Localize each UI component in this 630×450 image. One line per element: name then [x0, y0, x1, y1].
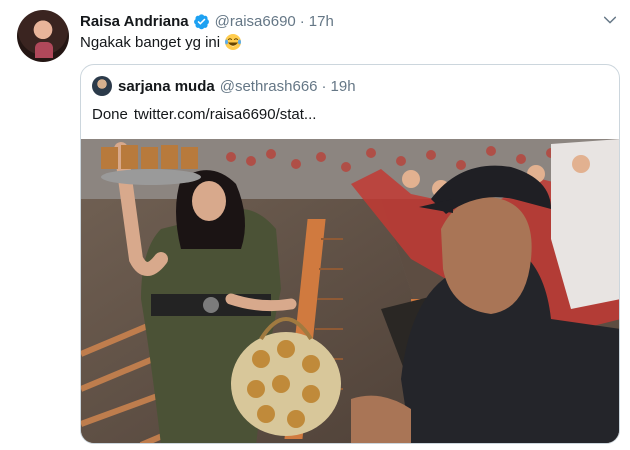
author-handle[interactable]: @raisa6690 [215, 13, 296, 30]
tweet-timestamp[interactable]: 17h [309, 13, 334, 30]
verified-badge-icon [193, 13, 209, 29]
quoted-tweet-text-body: Done [92, 106, 128, 123]
tweet[interactable]: Raisa Andriana @raisa6690 · 17h Ngakak b… [0, 0, 630, 450]
quoted-tweet-text: Done twitter.com/raisa6690/stat... [92, 106, 316, 123]
quoted-separator-dot: · [321, 77, 327, 95]
tweet-text: Ngakak banget yg ini [80, 33, 242, 51]
tweet-text-body: Ngakak banget yg ini [80, 33, 221, 51]
tweet-header: Raisa Andriana @raisa6690 · 17h [80, 11, 334, 31]
quoted-tweet-header: sarjana muda @sethrash666 · 19h [118, 76, 356, 96]
quoted-tweet[interactable]: sarjana muda @sethrash666 · 19h Done twit… [80, 64, 620, 444]
laughing-tears-emoji-icon [225, 34, 242, 50]
quoted-tweet-timestamp: 19h [330, 77, 356, 95]
quoted-author-display-name: sarjana muda [118, 77, 215, 95]
separator-dot: · [299, 12, 305, 30]
chevron-down-icon[interactable] [602, 12, 618, 28]
author-avatar[interactable] [17, 10, 69, 62]
quoted-author-avatar [92, 76, 112, 96]
author-display-name[interactable]: Raisa Andriana [80, 13, 189, 30]
quoted-author-handle: @sethrash666 [219, 77, 318, 95]
quoted-tweet-photo[interactable] [81, 139, 620, 444]
quoted-tweet-link[interactable]: twitter.com/raisa6690/stat... [134, 106, 317, 123]
